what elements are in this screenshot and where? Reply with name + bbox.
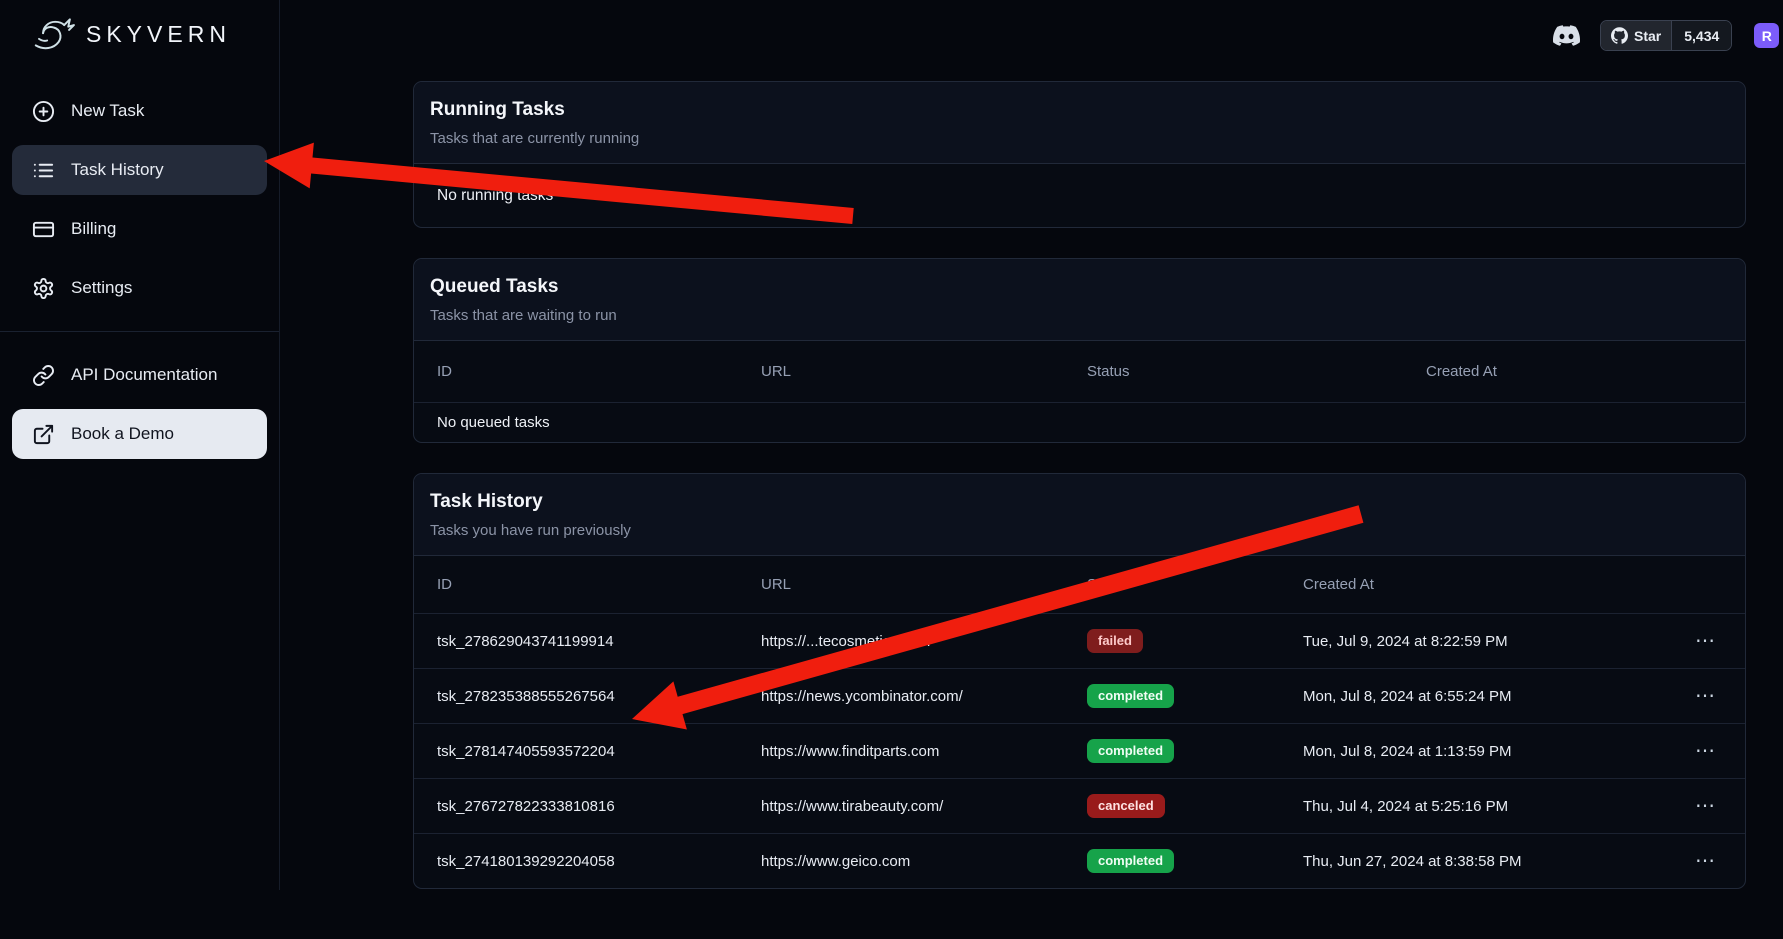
github-star-count: 5,434: [1671, 21, 1731, 50]
task-created-at: Mon, Jul 8, 2024 at 1:13:59 PM: [1303, 743, 1695, 760]
brand-name: SKYVERN: [86, 21, 231, 48]
sidebar-item-task-history[interactable]: Task History: [12, 145, 267, 195]
plus-circle-icon: [32, 100, 55, 123]
skyvern-logo-icon: [26, 8, 78, 60]
github-icon: [1611, 27, 1628, 44]
card-subtitle: Tasks that are currently running: [430, 130, 1729, 147]
column-header-status: Status: [1087, 576, 1303, 593]
card-subtitle: Tasks that are waiting to run: [430, 307, 1729, 324]
task-row[interactable]: tsk_276727822333810816 https://www.tirab…: [414, 778, 1745, 833]
discord-button[interactable]: [1553, 22, 1580, 49]
sidebar-item-label: API Documentation: [71, 365, 217, 385]
github-star-button[interactable]: Star 5,434: [1600, 20, 1732, 51]
sidebar-item-label: New Task: [71, 101, 144, 121]
column-header-id: ID: [437, 576, 761, 593]
queued-table-header: ID URL Status Created At: [414, 341, 1745, 402]
row-actions-button[interactable]: ⋯: [1695, 686, 1715, 706]
sidebar-item-new-task[interactable]: New Task: [12, 86, 267, 136]
queued-tasks-empty: No queued tasks: [414, 402, 1745, 442]
task-history-table-body: tsk_278629043741199914 https://...tecosm…: [414, 613, 1745, 888]
status-badge: completed: [1087, 739, 1174, 763]
credit-card-icon: [32, 218, 55, 241]
column-header-status: Status: [1087, 363, 1426, 380]
task-url: https://www.geico.com: [761, 853, 1087, 870]
queued-tasks-header: Queued Tasks Tasks that are waiting to r…: [414, 259, 1745, 341]
sidebar-secondary-nav: API Documentation Book a Demo: [0, 350, 279, 459]
brand[interactable]: SKYVERN: [0, 0, 279, 60]
task-created-at: Tue, Jul 9, 2024 at 8:22:59 PM: [1303, 633, 1695, 650]
link-icon: [32, 364, 55, 387]
task-url: https://news.ycombinator.com/: [761, 688, 1087, 705]
sidebar-nav: New Task Task History Billing Settings: [0, 86, 279, 313]
topbar-actions: Star 5,434 R S: [1553, 20, 1783, 51]
task-history-header: Task History Tasks you have run previous…: [414, 474, 1745, 556]
running-tasks-empty: No running tasks: [414, 164, 1745, 227]
task-created-at: Thu, Jul 4, 2024 at 5:25:16 PM: [1303, 798, 1695, 815]
card-title: Running Tasks: [430, 99, 1729, 121]
task-id: tsk_278147405593572204: [437, 743, 761, 760]
main-content: Running Tasks Tasks that are currently r…: [413, 81, 1746, 939]
row-actions-button[interactable]: ⋯: [1695, 741, 1715, 761]
task-id: tsk_274180139292204058: [437, 853, 761, 870]
sidebar-item-settings[interactable]: Settings: [12, 263, 267, 313]
task-row[interactable]: tsk_278235388555267564 https://news.ycom…: [414, 668, 1745, 723]
row-actions-button[interactable]: ⋯: [1695, 796, 1715, 816]
card-title: Queued Tasks: [430, 276, 1729, 298]
column-header-created-at: Created At: [1303, 576, 1695, 593]
discord-icon: [1553, 22, 1580, 49]
list-icon: [32, 159, 55, 182]
task-history-card: Task History Tasks you have run previous…: [413, 473, 1746, 889]
row-actions-button[interactable]: ⋯: [1695, 851, 1715, 871]
status-badge: canceled: [1087, 794, 1165, 818]
column-header-id: ID: [437, 363, 761, 380]
sidebar-item-label: Billing: [71, 219, 116, 239]
task-id: tsk_278235388555267564: [437, 688, 761, 705]
status-badge: completed: [1087, 849, 1174, 873]
task-id: tsk_278629043741199914: [437, 633, 761, 650]
column-header-url: URL: [761, 363, 1087, 380]
task-url: https://...tecosmetics.com: [761, 633, 1087, 650]
sidebar: SKYVERN New Task Task History Billing Se…: [0, 0, 280, 890]
task-id: tsk_276727822333810816: [437, 798, 761, 815]
task-row[interactable]: tsk_278629043741199914 https://...tecosm…: [414, 613, 1745, 668]
task-created-at: Thu, Jun 27, 2024 at 8:38:58 PM: [1303, 853, 1695, 870]
user-avatar[interactable]: R: [1754, 23, 1779, 48]
row-actions-button[interactable]: ⋯: [1695, 631, 1715, 651]
sidebar-item-label: Book a Demo: [71, 424, 174, 444]
column-header-created-at: Created At: [1426, 363, 1722, 380]
running-tasks-card: Running Tasks Tasks that are currently r…: [413, 81, 1746, 228]
task-row[interactable]: tsk_278147405593572204 https://www.findi…: [414, 723, 1745, 778]
gear-icon: [32, 277, 55, 300]
external-link-icon: [32, 423, 55, 446]
task-url: https://www.tirabeauty.com/: [761, 798, 1087, 815]
running-tasks-header: Running Tasks Tasks that are currently r…: [414, 82, 1745, 164]
queued-tasks-card: Queued Tasks Tasks that are waiting to r…: [413, 258, 1746, 443]
sidebar-item-book-a-demo[interactable]: Book a Demo: [12, 409, 267, 459]
sidebar-item-label: Settings: [71, 278, 132, 298]
github-star-label: Star: [1634, 28, 1661, 44]
column-header-url: URL: [761, 576, 1087, 593]
sidebar-item-label: Task History: [71, 160, 164, 180]
status-badge: completed: [1087, 684, 1174, 708]
card-subtitle: Tasks you have run previously: [430, 522, 1729, 539]
status-badge: failed: [1087, 629, 1143, 653]
sidebar-item-billing[interactable]: Billing: [12, 204, 267, 254]
task-url: https://www.finditparts.com: [761, 743, 1087, 760]
task-created-at: Mon, Jul 8, 2024 at 6:55:24 PM: [1303, 688, 1695, 705]
task-history-table-header: ID URL Status Created At: [414, 556, 1745, 613]
sidebar-item-api-documentation[interactable]: API Documentation: [12, 350, 267, 400]
github-star-segment: Star: [1601, 21, 1671, 50]
card-title: Task History: [430, 491, 1729, 513]
sidebar-divider: [0, 331, 279, 332]
task-row[interactable]: tsk_274180139292204058 https://www.geico…: [414, 833, 1745, 888]
